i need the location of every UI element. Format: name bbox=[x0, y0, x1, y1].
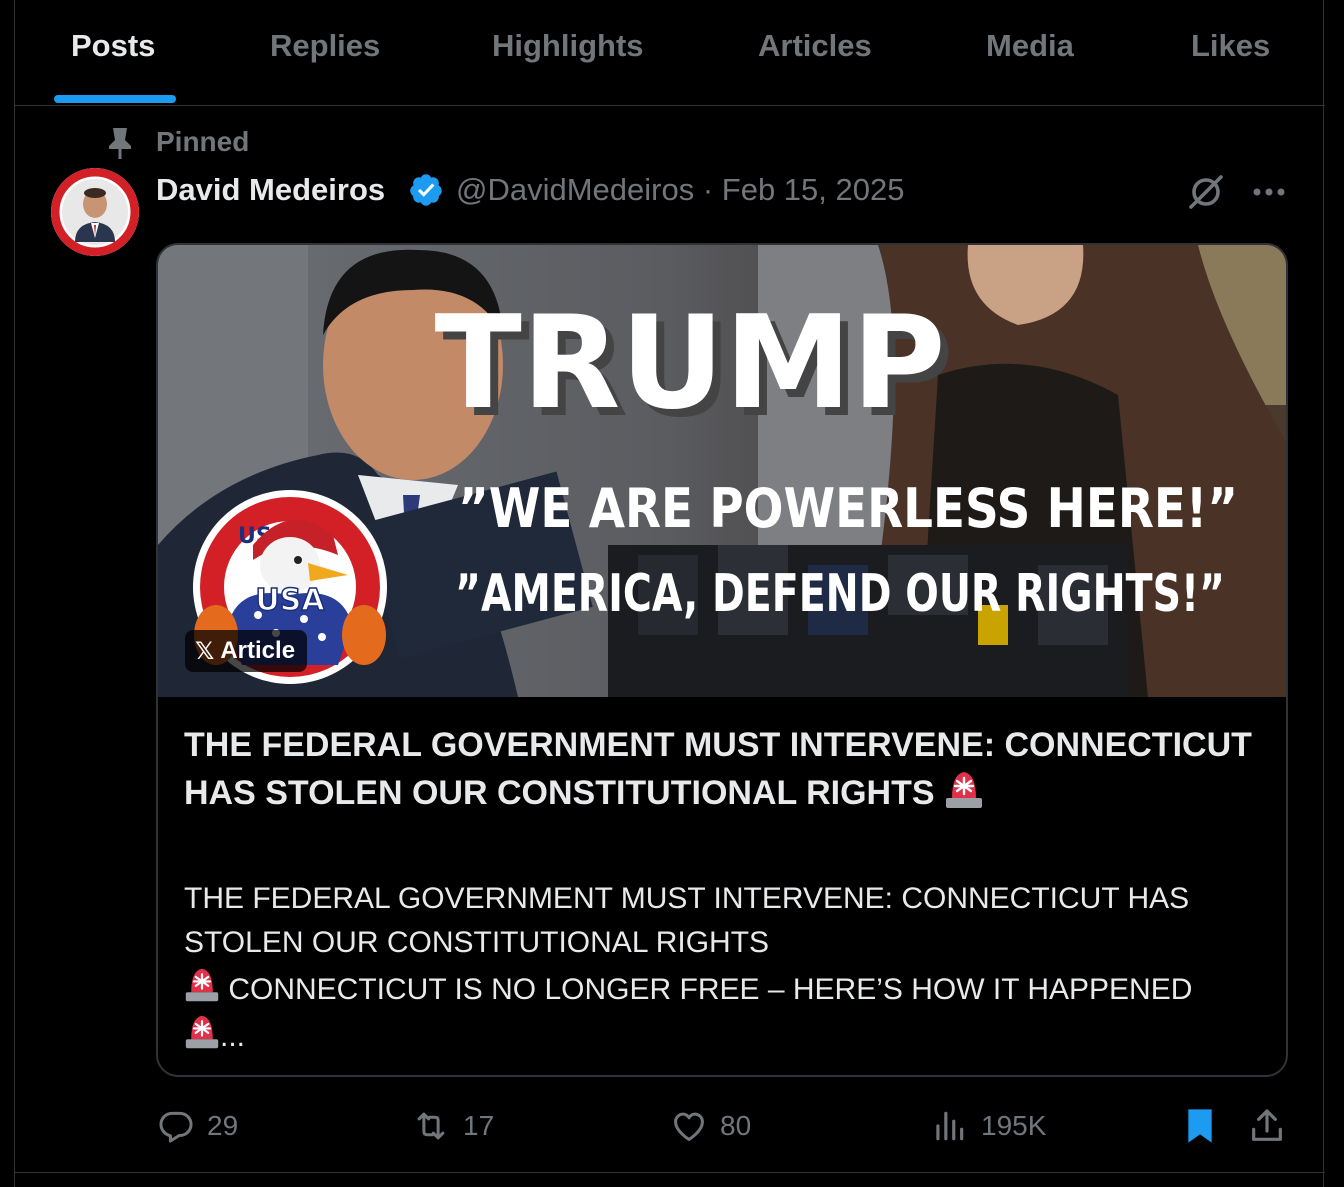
reply-count: 29 bbox=[207, 1110, 239, 1141]
repost-icon bbox=[417, 1112, 445, 1140]
tab-posts[interactable]: Posts bbox=[71, 28, 155, 64]
pinned-label: Pinned bbox=[156, 126, 250, 157]
article-preview-line-1: THE FEDERAL GOVERNMENT MUST INTERVENE: C… bbox=[184, 882, 1190, 959]
x-logo-icon: 𝕏 bbox=[195, 637, 215, 665]
article-card[interactable]: TRUMP TRUMP ”WE ARE POWERLESS HERE!” ”AM… bbox=[156, 243, 1288, 1077]
analytics-icon bbox=[936, 1111, 964, 1141]
article-preview-line-2: CONNECTICUT IS NO LONGER FREE – HERE’S H… bbox=[184, 965, 1274, 1012]
view-count: 195K bbox=[981, 1110, 1047, 1141]
profile-tabs: Posts Replies Highlights Articles Media … bbox=[15, 0, 1325, 106]
bookmark-icon bbox=[1188, 1109, 1212, 1143]
repost-button[interactable]: 17 bbox=[411, 1104, 494, 1148]
article-badge-label: Article bbox=[220, 637, 296, 664]
tab-replies[interactable]: Replies bbox=[270, 28, 380, 64]
article-preview-line-2-text: CONNECTICUT IS NO LONGER FREE – HERE’S H… bbox=[220, 973, 1193, 1006]
bookmark-button[interactable] bbox=[1183, 1104, 1217, 1148]
post-divider bbox=[15, 1172, 1325, 1173]
tab-highlights[interactable]: Highlights bbox=[492, 28, 644, 64]
logo-usa: USA bbox=[255, 583, 325, 618]
like-button[interactable]: 80 bbox=[670, 1104, 751, 1148]
article-badge: 𝕏 Article bbox=[185, 630, 308, 672]
article-preview-line-3: ... bbox=[184, 1012, 1274, 1059]
avatar[interactable] bbox=[51, 168, 139, 256]
tab-media[interactable]: Media bbox=[986, 28, 1074, 64]
repost-count: 17 bbox=[463, 1110, 495, 1141]
grok-icon[interactable] bbox=[1187, 171, 1227, 211]
reply-button[interactable]: 29 bbox=[157, 1104, 238, 1148]
views-button[interactable]: 195K bbox=[929, 1104, 1046, 1148]
police-light-icon bbox=[946, 772, 982, 808]
display-name[interactable]: David Medeiros bbox=[156, 172, 385, 208]
heart-icon bbox=[674, 1112, 704, 1141]
reply-icon bbox=[159, 1111, 193, 1143]
pin-icon bbox=[109, 128, 131, 159]
cover-quote-1: ”WE ARE POWERLESS HERE!” bbox=[458, 477, 1238, 540]
like-count: 80 bbox=[720, 1110, 752, 1141]
cover-headline: TRUMP bbox=[435, 289, 946, 438]
avatar-image bbox=[51, 168, 139, 256]
article-preview-ellipsis: ... bbox=[220, 1020, 246, 1053]
profile-timeline: Posts Replies Highlights Articles Media … bbox=[14, 0, 1325, 1187]
verified-badge-icon[interactable] bbox=[408, 172, 444, 208]
tab-likes[interactable]: Likes bbox=[1191, 28, 1270, 64]
more-options-icon[interactable] bbox=[1249, 174, 1289, 210]
police-light-icon bbox=[185, 968, 219, 1002]
handle-and-date[interactable]: @DavidMedeiros · Feb 15, 2025 bbox=[456, 172, 904, 208]
active-tab-indicator bbox=[54, 95, 176, 103]
article-title-text: THE FEDERAL GOVERNMENT MUST INTERVENE: C… bbox=[184, 726, 1252, 812]
share-button[interactable] bbox=[1247, 1104, 1287, 1148]
share-icon bbox=[1252, 1109, 1282, 1141]
article-cover-graphic: TRUMP TRUMP ”WE ARE POWERLESS HERE!” ”AM… bbox=[158, 245, 1286, 697]
police-light-icon bbox=[185, 1015, 219, 1049]
article-preview[interactable]: THE FEDERAL GOVERNMENT MUST INTERVENE: C… bbox=[184, 877, 1274, 1059]
cover-quote-2: ”AMERICA, DEFEND OUR RIGHTS!” bbox=[455, 564, 1225, 624]
tab-articles[interactable]: Articles bbox=[758, 28, 872, 64]
article-cover-image: TRUMP TRUMP ”WE ARE POWERLESS HERE!” ”AM… bbox=[158, 245, 1286, 697]
article-title[interactable]: THE FEDERAL GOVERNMENT MUST INTERVENE: C… bbox=[184, 723, 1264, 816]
